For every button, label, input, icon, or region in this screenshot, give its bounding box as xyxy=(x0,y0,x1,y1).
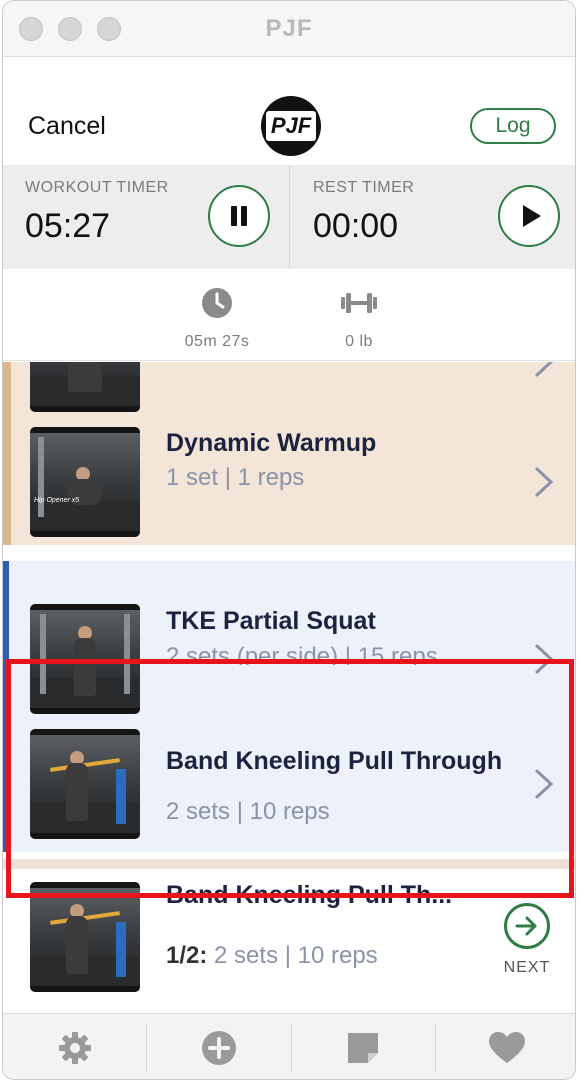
workout-stats: 05m 27s 0 lb xyxy=(3,269,575,361)
gear-icon xyxy=(58,1032,91,1064)
notes-button[interactable] xyxy=(291,1014,434,1079)
next-up-panel: Band Kneeling Pull Th... 1/2: 2 sets | 1… xyxy=(3,869,575,1012)
next-up-divider xyxy=(3,859,575,869)
next-exercise-subtitle: 1/2: 2 sets | 10 reps xyxy=(166,942,378,970)
exercise-title[interactable]: TKE Partial Squat xyxy=(166,607,376,636)
workout-timer-value: 05:27 xyxy=(25,207,111,245)
chevron-right-icon[interactable] xyxy=(533,768,557,800)
pause-timer-button[interactable] xyxy=(208,185,270,247)
bottom-toolbar xyxy=(3,1013,575,1079)
next-button[interactable]: NEXT xyxy=(499,903,555,977)
timer-panel: WORKOUT TIMER 05:27 REST TIMER 00:00 xyxy=(3,165,575,269)
window-title: PJF xyxy=(265,15,313,42)
group-color-bar xyxy=(3,362,11,545)
rest-timer: REST TIMER 00:00 xyxy=(291,165,575,269)
workout-header: Cancel PJF Log xyxy=(3,58,575,165)
pause-icon xyxy=(229,206,249,226)
app-window: PJF Cancel PJF Log WORKOUT TIMER 05:27 R… xyxy=(2,0,576,1080)
note-icon xyxy=(347,1033,378,1063)
group-spacer xyxy=(3,545,575,561)
play-timer-button[interactable] xyxy=(498,185,560,247)
weight-value: 0 lb xyxy=(345,333,373,350)
exercise-subtitle: 1 set | 1 reps xyxy=(166,464,305,491)
heart-icon xyxy=(488,1032,525,1063)
warmup-group: Hip Opener x5 Dynamic Warmup 1 set | 1 r… xyxy=(3,362,575,545)
superset-group: TKE Partial Squat 2 sets (per side) | 15… xyxy=(3,561,575,852)
cancel-button[interactable]: Cancel xyxy=(28,112,106,141)
rest-timer-value: 00:00 xyxy=(313,207,399,245)
exercise-thumbnail[interactable] xyxy=(30,729,140,839)
plus-circle-icon xyxy=(201,1031,236,1065)
exercise-thumbnail[interactable] xyxy=(30,362,140,412)
play-icon xyxy=(522,205,541,227)
exercise-subtitle: 2 sets | 10 reps xyxy=(166,798,330,825)
exercise-title[interactable]: Dynamic Warmup xyxy=(166,429,376,458)
exercise-list[interactable]: Hip Opener x5 Dynamic Warmup 1 set | 1 r… xyxy=(3,362,575,1012)
duration-value: 05m 27s xyxy=(184,333,250,350)
next-exercise-sets: 2 sets | 10 reps xyxy=(214,942,378,969)
group-color-bar xyxy=(3,561,9,852)
chevron-right-icon[interactable] xyxy=(533,643,557,675)
clock-icon xyxy=(157,287,277,319)
workout-timer: WORKOUT TIMER 05:27 xyxy=(3,165,290,269)
workout-timer-label: WORKOUT TIMER xyxy=(25,179,169,196)
favorite-button[interactable] xyxy=(435,1014,575,1079)
exercise-thumbnail[interactable] xyxy=(30,604,140,714)
rest-timer-label: REST TIMER xyxy=(313,179,415,196)
set-progress: 1/2: xyxy=(166,942,208,969)
arrow-right-circle-icon xyxy=(504,903,550,949)
next-label: NEXT xyxy=(503,959,551,976)
log-button[interactable]: Log xyxy=(470,108,556,144)
brand-logo: PJF xyxy=(261,96,321,156)
exercise-thumbnail[interactable]: Hip Opener x5 xyxy=(30,427,140,537)
next-exercise-thumbnail[interactable] xyxy=(30,882,140,992)
thumbnail-caption: Hip Opener x5 xyxy=(34,497,80,504)
next-exercise-title[interactable]: Band Kneeling Pull Th... xyxy=(166,881,452,910)
weight-stat: 0 lb xyxy=(299,287,419,351)
logo-mark: PJF xyxy=(266,111,316,141)
add-button[interactable] xyxy=(147,1014,290,1079)
exercise-title[interactable]: Band Kneeling Pull Through xyxy=(166,747,502,776)
chevron-right-icon[interactable] xyxy=(533,466,557,498)
dumbbell-icon xyxy=(299,287,419,319)
exercise-subtitle: 2 sets (per side) | 15 reps xyxy=(166,643,438,665)
title-bar: PJF xyxy=(3,1,575,57)
chevron-right-icon[interactable] xyxy=(533,362,557,378)
duration-stat: 05m 27s xyxy=(157,287,277,351)
settings-button[interactable] xyxy=(3,1014,146,1079)
